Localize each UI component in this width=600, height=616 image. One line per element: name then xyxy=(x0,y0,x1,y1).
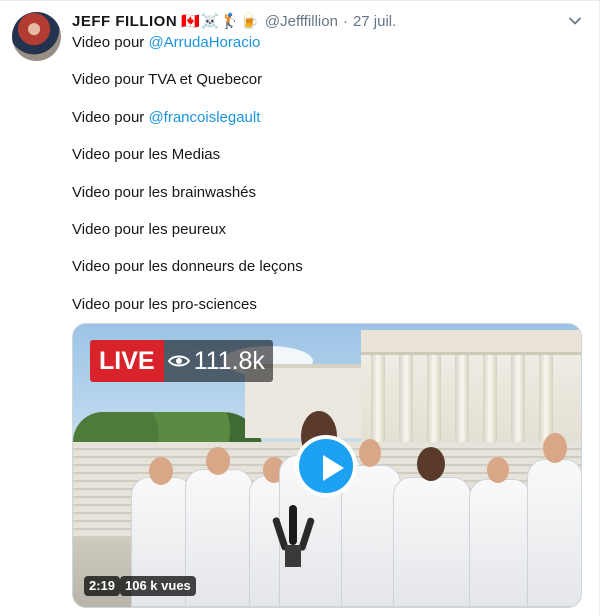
tweet-line: Video pour les peureux xyxy=(72,220,572,239)
video-player[interactable]: LIVE 111.8k 2:19 106 k vues xyxy=(72,323,582,608)
display-name[interactable]: JEFF FILLION xyxy=(72,13,177,30)
building-pediment xyxy=(361,330,581,355)
line-text: Video pour les donneurs de leçons xyxy=(72,258,303,276)
line-text: Video pour les pro-sciences xyxy=(72,295,257,313)
tweet-date[interactable]: 27 juil. xyxy=(353,13,396,30)
live-badge: LIVE 111.8k xyxy=(90,340,273,382)
tweet-text: Video pour @ArrudaHoracio Video pour TVA… xyxy=(72,33,572,332)
person xyxy=(527,433,581,607)
building-column xyxy=(455,355,469,450)
line-text: Video pour xyxy=(72,34,149,51)
mention-link[interactable]: @ArrudaHoracio xyxy=(148,34,260,51)
microphones xyxy=(272,505,315,567)
chevron-down-icon[interactable] xyxy=(568,14,582,28)
name-emojis: 🇨🇦☠️🏌️🍺 xyxy=(181,13,260,30)
line-text: Video pour les Medias xyxy=(72,146,221,164)
building-column xyxy=(483,355,497,450)
building-column xyxy=(511,355,525,450)
tweet-line: Video pour les pro-sciences xyxy=(72,295,572,314)
mention-link[interactable]: @francoislegault xyxy=(148,109,260,126)
tweet-line: Video pour les donneurs de leçons xyxy=(72,257,572,276)
line-text: Video pour les brainwashés xyxy=(72,183,257,201)
duration-badge: 2:19 xyxy=(84,576,121,596)
tweet-line: Video pour @ArrudaHoracio xyxy=(72,33,572,52)
header-separator: · xyxy=(342,12,348,30)
building-column xyxy=(371,355,385,450)
eye-icon xyxy=(167,355,190,367)
line-text: Video pour xyxy=(72,108,149,126)
building-column xyxy=(399,355,413,450)
top-border xyxy=(0,0,600,1)
line-text: Video pour les peureux xyxy=(72,220,226,238)
play-button[interactable] xyxy=(295,435,357,497)
line-text: Video pour TVA et Quebecor xyxy=(72,71,263,89)
tweet-line: Video pour les Medias xyxy=(72,145,572,164)
avatar[interactable] xyxy=(12,12,61,61)
play-icon[interactable] xyxy=(321,454,345,482)
views-badge: 106 k vues xyxy=(120,576,196,596)
building-column xyxy=(427,355,441,450)
live-label: LIVE xyxy=(90,340,164,382)
tweet-line: Video pour les brainwashés xyxy=(72,183,572,202)
tweet-line: Video pour @francoislegault xyxy=(72,108,572,127)
person xyxy=(469,457,531,607)
viewer-count: 111.8k xyxy=(193,347,265,375)
viewer-count-badge: 111.8k xyxy=(163,340,273,382)
tweet-line: Video pour TVA et Quebecor xyxy=(72,70,572,89)
person xyxy=(393,447,471,607)
user-handle[interactable]: @Jefffillion xyxy=(265,13,338,30)
tweet-header: JEFF FILLION 🇨🇦☠️🏌️🍺 @Jefffillion · 27 j… xyxy=(72,10,582,32)
